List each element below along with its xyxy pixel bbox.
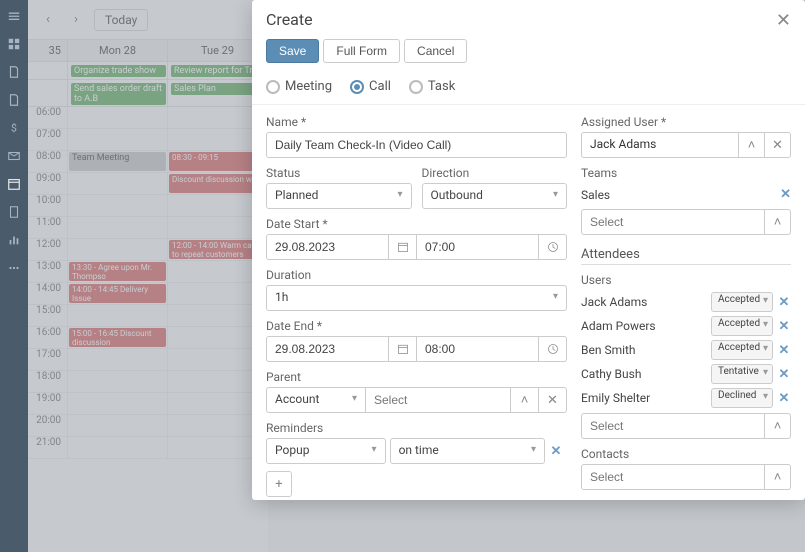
nav-mail-icon[interactable] <box>6 148 22 164</box>
team-tag: Sales <box>581 188 610 202</box>
user-select-input[interactable] <box>581 413 765 439</box>
remove-attendee-icon[interactable]: ✕ <box>777 295 791 310</box>
chevron-up-icon[interactable]: ˄ <box>765 413 791 439</box>
attendee-status-select[interactable]: Declined <box>711 388 773 408</box>
attendee-row: Cathy Bush Tentative ✕ <box>581 362 791 386</box>
nav-menu-icon[interactable] <box>6 8 22 24</box>
clear-icon[interactable]: ✕ <box>764 133 790 157</box>
nav-grid-icon[interactable] <box>6 36 22 52</box>
label-reminders: Reminders <box>266 421 567 435</box>
label-teams: Teams <box>581 166 791 180</box>
reminder-time-select[interactable]: on time <box>390 438 545 464</box>
nav-clipboard-icon[interactable] <box>6 204 22 220</box>
close-icon[interactable]: ✕ <box>776 10 791 31</box>
attendee-status-select[interactable]: Tentative <box>711 364 773 384</box>
direction-select[interactable]: Outbound <box>422 183 568 209</box>
main-fields: Name * Status Planned Direction Outbound… <box>266 115 567 500</box>
side-fields: Assigned User * Jack Adams ˄ ✕ Teams Sal… <box>581 115 791 500</box>
label-direction: Direction <box>422 166 568 180</box>
team-select-input[interactable] <box>581 209 765 235</box>
calendar-icon[interactable] <box>389 336 417 362</box>
remove-team-icon[interactable]: ✕ <box>780 187 791 202</box>
remove-attendee-icon[interactable]: ✕ <box>777 319 791 334</box>
nav-rail: $ <box>0 0 28 552</box>
radio-icon <box>409 80 423 94</box>
chevron-up-icon[interactable]: ˄ <box>765 464 791 490</box>
time-start-input[interactable] <box>417 234 539 260</box>
duration-select[interactable]: 1h <box>266 285 567 311</box>
clock-icon[interactable] <box>539 234 567 260</box>
full-form-button[interactable]: Full Form <box>323 39 400 63</box>
remove-attendee-icon[interactable]: ✕ <box>777 391 791 406</box>
chevron-up-icon[interactable]: ˄ <box>511 387 539 413</box>
contact-select-input[interactable] <box>581 464 765 490</box>
attendees-heading: Attendees <box>581 247 791 265</box>
chevron-up-icon[interactable]: ˄ <box>765 209 791 235</box>
nav-doc2-icon[interactable] <box>6 92 22 108</box>
nav-chart-icon[interactable] <box>6 232 22 248</box>
attendee-row: Jack Adams Accepted ✕ <box>581 290 791 314</box>
record-type-radios: Meeting Call Task <box>252 73 805 105</box>
attendee-row: Adam Powers Accepted ✕ <box>581 314 791 338</box>
radio-icon <box>350 80 364 94</box>
status-select[interactable]: Planned <box>266 183 412 209</box>
assigned-user-field[interactable]: Jack Adams ˄ ✕ <box>581 132 791 158</box>
label-date-start: Date Start * <box>266 217 567 231</box>
label-users: Users <box>581 273 791 287</box>
attendee-name: Emily Shelter <box>581 391 707 405</box>
label-status: Status <box>266 166 412 180</box>
add-reminder-button[interactable]: + <box>266 471 292 497</box>
attendee-status-select[interactable]: Accepted <box>711 316 773 336</box>
nav-more-icon[interactable] <box>6 260 22 276</box>
nav-calendar-icon[interactable] <box>6 176 22 192</box>
modal-title: Create <box>266 10 313 29</box>
save-button[interactable]: Save <box>266 39 319 63</box>
reminder-type-select[interactable]: Popup <box>266 438 386 464</box>
parent-type-select[interactable]: Account <box>266 387 366 413</box>
clear-icon[interactable]: ✕ <box>539 387 567 413</box>
attendee-status-select[interactable]: Accepted <box>711 340 773 360</box>
date-start-input[interactable] <box>266 234 389 260</box>
remove-attendee-icon[interactable]: ✕ <box>777 367 791 382</box>
parent-value-input[interactable] <box>366 387 511 413</box>
radio-meeting[interactable]: Meeting <box>266 79 332 94</box>
name-input[interactable] <box>266 132 567 158</box>
cancel-button[interactable]: Cancel <box>404 39 467 63</box>
calendar-icon[interactable] <box>389 234 417 260</box>
label-date-end: Date End * <box>266 319 567 333</box>
attendee-status-select[interactable]: Accepted <box>711 292 773 312</box>
attendee-name: Ben Smith <box>581 343 707 357</box>
label-parent: Parent <box>266 370 567 384</box>
radio-icon <box>266 80 280 94</box>
label-leads: Leads <box>581 498 791 500</box>
attendee-name: Cathy Bush <box>581 367 707 381</box>
label-contacts: Contacts <box>581 447 791 461</box>
create-modal: Create ✕ Save Full Form Cancel Meeting C… <box>252 0 805 500</box>
label-assigned-user: Assigned User * <box>581 115 791 129</box>
time-end-input[interactable] <box>417 336 539 362</box>
label-duration: Duration <box>266 268 567 282</box>
nav-doc-icon[interactable] <box>6 64 22 80</box>
attendee-row: Emily Shelter Declined ✕ <box>581 386 791 410</box>
remove-attendee-icon[interactable]: ✕ <box>777 343 791 358</box>
nav-dollar-icon[interactable]: $ <box>6 120 22 136</box>
attendee-row: Ben Smith Accepted ✕ <box>581 338 791 362</box>
attendee-name: Jack Adams <box>581 295 707 309</box>
label-name: Name * <box>266 115 567 129</box>
radio-task[interactable]: Task <box>409 79 455 94</box>
svg-text:$: $ <box>11 122 17 135</box>
chevron-up-icon[interactable]: ˄ <box>738 133 764 157</box>
clock-icon[interactable] <box>539 336 567 362</box>
attendee-name: Adam Powers <box>581 319 707 333</box>
remove-reminder-icon[interactable]: ✕ <box>549 444 563 459</box>
radio-call[interactable]: Call <box>350 79 391 94</box>
date-end-input[interactable] <box>266 336 389 362</box>
